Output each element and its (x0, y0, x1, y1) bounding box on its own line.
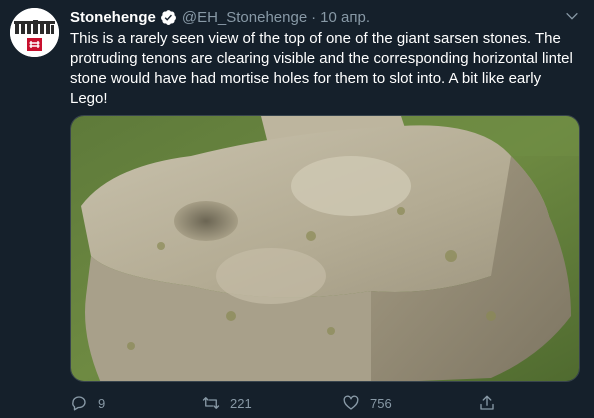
retweet-count: 221 (230, 395, 252, 411)
stonehenge-logo-icon (10, 8, 59, 57)
verified-badge-icon (160, 9, 176, 25)
avatar[interactable] (10, 8, 59, 57)
tweet-text: This is a rarely seen view of the top of… (70, 30, 573, 107)
retweet-icon (202, 397, 220, 409)
share-icon (480, 395, 494, 410)
reply-icon (72, 396, 86, 411)
reply-button[interactable]: 9 (70, 392, 105, 414)
tweet-photo[interactable] (70, 115, 580, 382)
chevron-down-icon[interactable] (564, 8, 580, 24)
retweet-button[interactable]: 221 (202, 392, 252, 414)
display-name[interactable]: Stonehenge (70, 9, 156, 26)
reply-count: 9 (98, 395, 106, 411)
heart-icon (343, 395, 359, 410)
like-count: 756 (370, 395, 392, 411)
separator-dot: · (311, 8, 317, 26)
tweet-card[interactable]: Stonehenge @EH_Stonehenge · 10 апр. This… (0, 0, 594, 418)
tweet-header: Stonehenge @EH_Stonehenge · 10 апр. (70, 6, 370, 28)
user-handle[interactable]: @EH_Stonehenge (182, 9, 307, 26)
sarsen-stone-photo (71, 116, 579, 381)
share-button[interactable] (478, 392, 496, 414)
tweet-actions: 9 221 756 (70, 392, 500, 414)
like-button[interactable]: 756 (342, 392, 392, 414)
tweet-date[interactable]: 10 апр. (320, 9, 370, 26)
